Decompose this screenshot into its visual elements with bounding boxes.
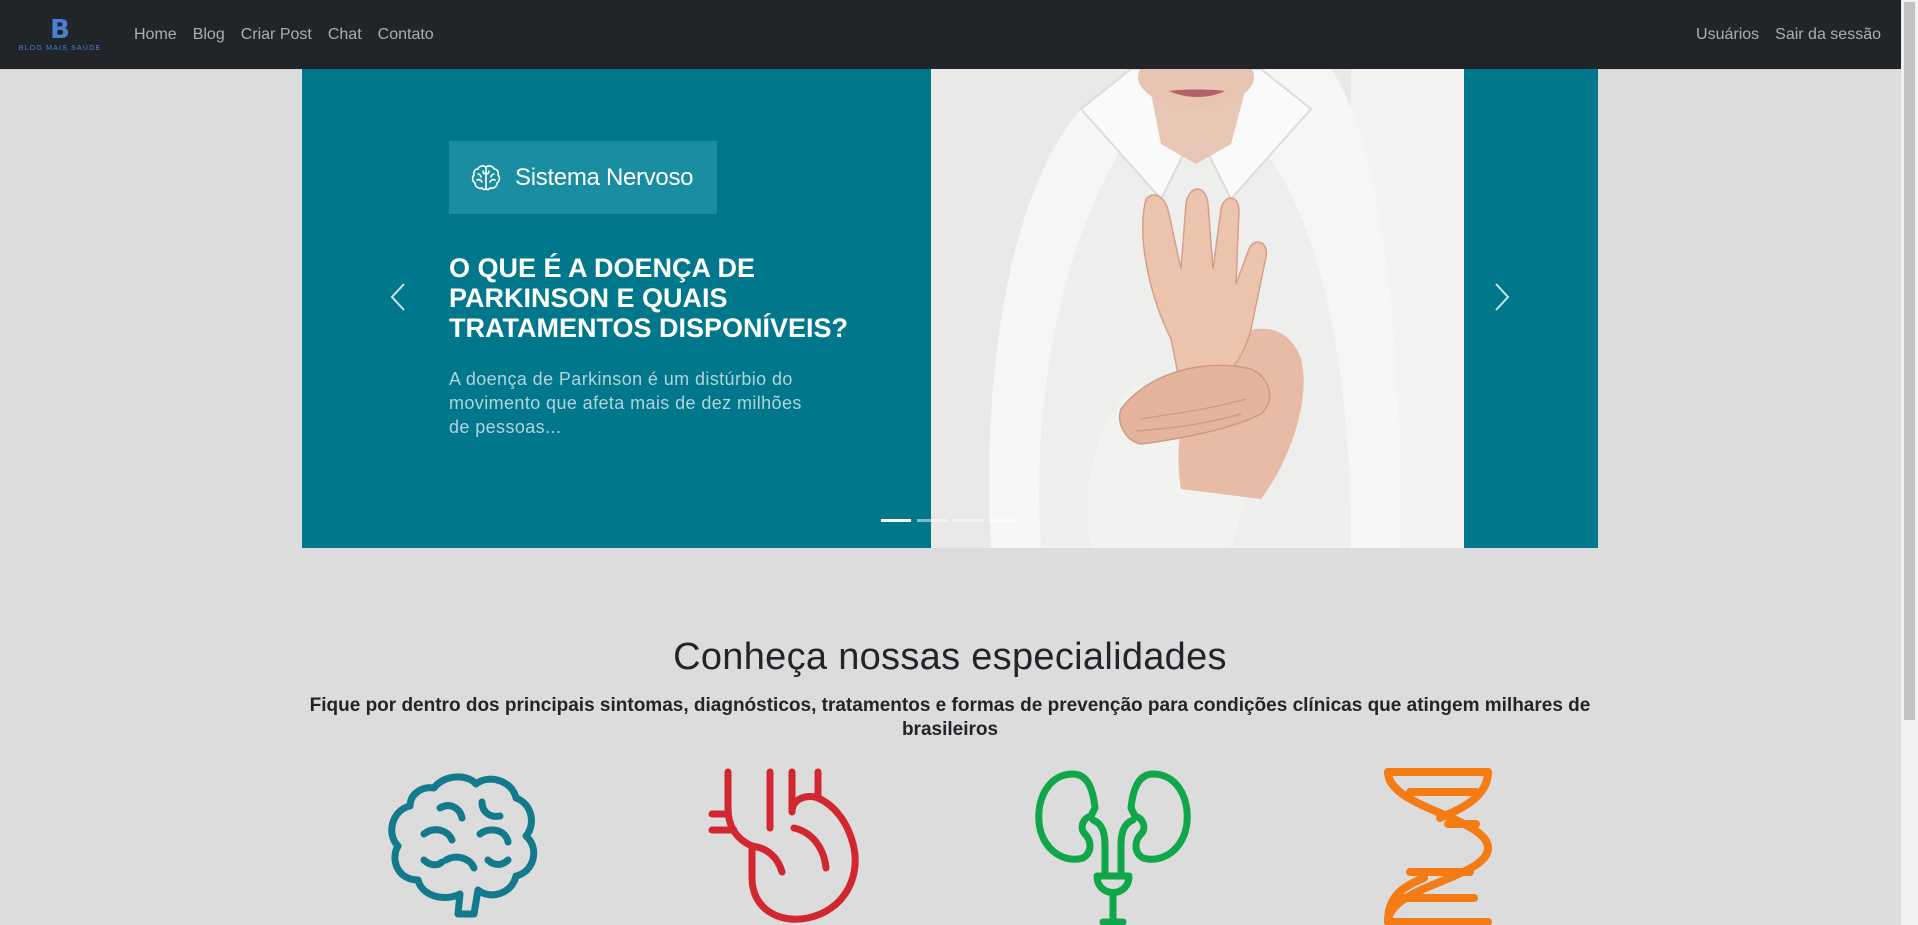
nav-links: Home Blog Criar Post Chat Contato bbox=[126, 26, 442, 44]
carousel-indicators bbox=[881, 519, 1019, 522]
carousel-indicator-3[interactable] bbox=[953, 519, 983, 522]
category-label: Sistema Nervoso bbox=[515, 163, 694, 191]
brand-text: BLOG MAIS SAÚDE bbox=[18, 45, 102, 52]
kidneys-icon bbox=[1035, 770, 1191, 925]
scrollbar-thumb[interactable] bbox=[1904, 2, 1915, 720]
page-scrollbar[interactable] bbox=[1901, 0, 1918, 925]
brain-icon bbox=[388, 773, 538, 918]
slide-title[interactable]: O que é a doença de Parkinson e quais tr… bbox=[449, 253, 889, 343]
carousel-indicator-1[interactable] bbox=[881, 519, 911, 522]
specialty-heart[interactable] bbox=[708, 768, 868, 925]
chevron-right-icon bbox=[1495, 283, 1510, 311]
featured-carousel: Sistema Nervoso O que é a doença de Park… bbox=[302, 69, 1598, 548]
chevron-left-icon bbox=[390, 283, 405, 311]
nav-link-criar-post[interactable]: Criar Post bbox=[233, 26, 320, 44]
specialty-dna[interactable] bbox=[1358, 768, 1518, 925]
carousel-prev-button[interactable] bbox=[378, 277, 418, 317]
heart-icon bbox=[708, 768, 859, 923]
slide-photo bbox=[931, 69, 1464, 548]
carousel-indicator-2[interactable] bbox=[917, 519, 947, 522]
carousel-next-button[interactable] bbox=[1482, 277, 1522, 317]
specialties-subtitle: Fique por dentro dos principais sintomas… bbox=[309, 695, 1591, 740]
carousel-indicator-4[interactable] bbox=[989, 519, 1019, 522]
navbar: B BLOG MAIS SAÚDE Home Blog Criar Post C… bbox=[0, 0, 1901, 69]
specialties-title: Conheça nossas especialidades bbox=[673, 636, 1227, 678]
nav-link-home[interactable]: Home bbox=[126, 26, 185, 44]
category-badge[interactable]: Sistema Nervoso bbox=[449, 141, 717, 214]
nav-right: Usuários Sair da sessão bbox=[1688, 26, 1889, 44]
specialty-kidneys[interactable] bbox=[1033, 768, 1193, 925]
brand-letter: B bbox=[50, 15, 70, 45]
nav-link-usuarios[interactable]: Usuários bbox=[1688, 26, 1767, 44]
slide-excerpt: A doença de Parkinson é um distúrbio do … bbox=[449, 369, 802, 437]
nav-link-contato[interactable]: Contato bbox=[370, 26, 442, 44]
dna-icon bbox=[1384, 768, 1492, 925]
nav-link-logout[interactable]: Sair da sessão bbox=[1767, 26, 1889, 44]
nav-link-blog[interactable]: Blog bbox=[185, 26, 233, 44]
brain-icon bbox=[471, 164, 501, 190]
brand-logo[interactable]: B BLOG MAIS SAÚDE bbox=[14, 17, 106, 52]
nav-link-chat[interactable]: Chat bbox=[320, 26, 370, 44]
specialty-brain[interactable] bbox=[384, 768, 544, 925]
